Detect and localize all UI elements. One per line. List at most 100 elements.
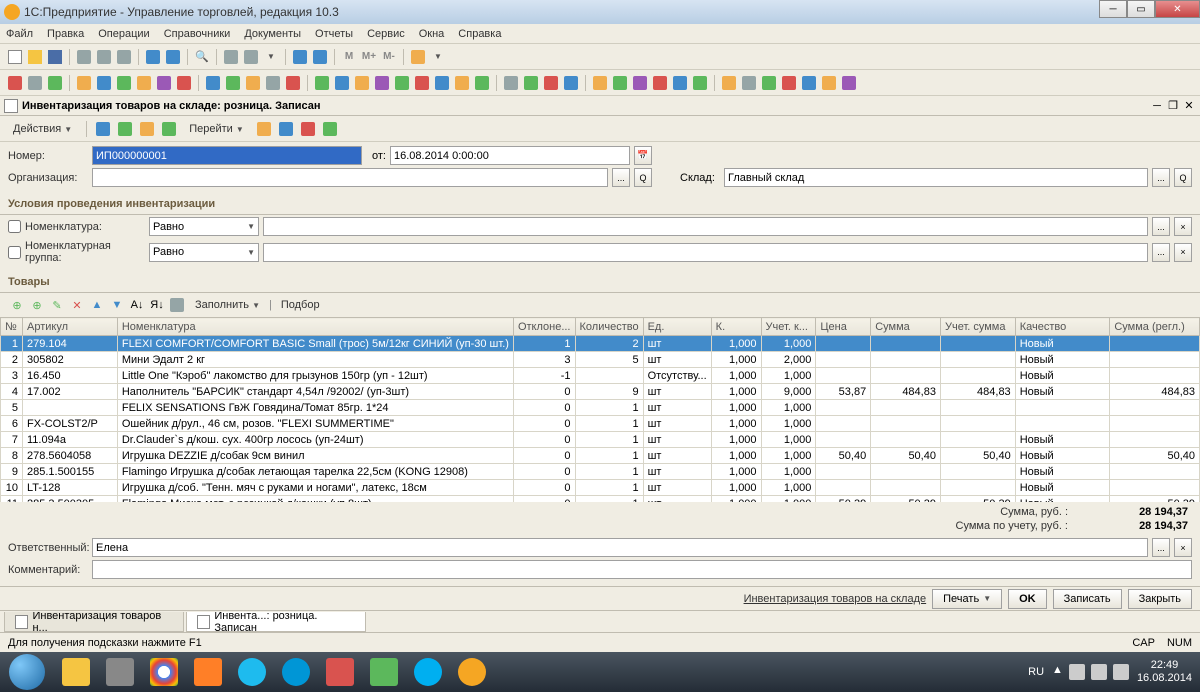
- table-row[interactable]: 2305802Мини Эдалт 2 кг35шт1,0002,000Новы…: [1, 352, 1200, 368]
- column-header[interactable]: К.: [711, 318, 761, 336]
- tb2-14[interactable]: [284, 74, 302, 92]
- tb2-7[interactable]: [135, 74, 153, 92]
- tb2-36[interactable]: [760, 74, 778, 92]
- tb2-8[interactable]: [155, 74, 173, 92]
- m-icon[interactable]: M: [340, 48, 358, 66]
- dt-1[interactable]: [94, 120, 112, 138]
- dt-3[interactable]: [138, 120, 156, 138]
- save-button[interactable]: Записать: [1053, 589, 1122, 609]
- warehouse-open-icon[interactable]: Q: [1174, 168, 1192, 187]
- tb2-38[interactable]: [800, 74, 818, 92]
- tb2-40[interactable]: [840, 74, 858, 92]
- nomgrp-select-icon[interactable]: ...: [1152, 243, 1170, 262]
- task-skype[interactable]: [408, 654, 448, 690]
- tray-network-icon[interactable]: [1091, 664, 1107, 680]
- m-minus-icon[interactable]: M-: [380, 48, 398, 66]
- tray-flag-icon[interactable]: [1069, 664, 1085, 680]
- minimize-doc-icon[interactable]: ─: [1150, 99, 1164, 113]
- task-app2[interactable]: [364, 654, 404, 690]
- warehouse-select-icon[interactable]: ...: [1152, 168, 1170, 187]
- paste-icon[interactable]: [115, 48, 133, 66]
- tb2-29[interactable]: [611, 74, 629, 92]
- menu-catalogs[interactable]: Справочники: [164, 28, 231, 40]
- menu-documents[interactable]: Документы: [244, 28, 301, 40]
- task-chrome[interactable]: [144, 654, 184, 690]
- menu-edit[interactable]: Правка: [47, 28, 84, 40]
- tray-clock[interactable]: 22:49 16.08.2014: [1137, 659, 1192, 685]
- tb2-2[interactable]: [26, 74, 44, 92]
- undo-icon[interactable]: [144, 48, 162, 66]
- responsible-input[interactable]: [92, 538, 1148, 557]
- tb2-17[interactable]: [353, 74, 371, 92]
- table-row[interactable]: 10LT-128Игрушка д/соб. "Тенн. мяч с рука…: [1, 480, 1200, 496]
- back-icon[interactable]: [291, 48, 309, 66]
- restore-doc-icon[interactable]: ❐: [1166, 99, 1180, 113]
- org-select-icon[interactable]: ...: [612, 168, 630, 187]
- tb2-21[interactable]: [433, 74, 451, 92]
- tb2-20[interactable]: [413, 74, 431, 92]
- goods-grid[interactable]: №АртикулНоменклатураОтклоне...Количество…: [0, 317, 1200, 502]
- date-input[interactable]: [390, 146, 630, 165]
- nomenclature-value-input[interactable]: [263, 217, 1148, 236]
- find-icon[interactable]: 🔍: [193, 48, 211, 66]
- copy-row-icon[interactable]: ⊕: [28, 296, 46, 314]
- column-header[interactable]: Сумма: [871, 318, 941, 336]
- dt-2[interactable]: [116, 120, 134, 138]
- add-row-icon[interactable]: ⊕: [8, 296, 26, 314]
- nom-clear-icon[interactable]: ×: [1174, 217, 1192, 236]
- column-header[interactable]: Артикул: [22, 318, 117, 336]
- menu-file[interactable]: Файл: [6, 28, 33, 40]
- tb2-15[interactable]: [313, 74, 331, 92]
- tb2-34[interactable]: [720, 74, 738, 92]
- task-hp[interactable]: [276, 654, 316, 690]
- redo-icon[interactable]: [164, 48, 182, 66]
- column-header[interactable]: Качество: [1015, 318, 1110, 336]
- tb2-23[interactable]: [473, 74, 491, 92]
- resp-select-icon[interactable]: ...: [1152, 538, 1170, 557]
- tb2-32[interactable]: [671, 74, 689, 92]
- menu-operations[interactable]: Операции: [98, 28, 149, 40]
- task-ie[interactable]: [232, 654, 272, 690]
- bottom-tab-1[interactable]: Инвентаризация товаров н...: [4, 612, 184, 632]
- goto-button[interactable]: Перейти ▼: [182, 120, 251, 138]
- close-doc-button[interactable]: Закрыть: [1128, 589, 1192, 609]
- tb2-19[interactable]: [393, 74, 411, 92]
- nomenclature-group-condition-combo[interactable]: Равно▼: [149, 243, 259, 262]
- table-row[interactable]: 417.002Наполнитель "БАРСИК" стандарт 4,5…: [1, 384, 1200, 400]
- edit-row-icon[interactable]: ✎: [48, 296, 66, 314]
- tb2-27[interactable]: [562, 74, 580, 92]
- about-icon[interactable]: ▼: [429, 48, 447, 66]
- bottom-tab-2[interactable]: Инвента...: розница. Записан: [186, 612, 366, 632]
- tb2-1[interactable]: [6, 74, 24, 92]
- menu-reports[interactable]: Отчеты: [315, 28, 353, 40]
- task-app1[interactable]: [320, 654, 360, 690]
- task-explorer[interactable]: [56, 654, 96, 690]
- copy-icon[interactable]: [95, 48, 113, 66]
- tb2-25[interactable]: [522, 74, 540, 92]
- column-header[interactable]: Номенклатура: [117, 318, 513, 336]
- menu-service[interactable]: Сервис: [367, 28, 405, 40]
- dt-8[interactable]: [321, 120, 339, 138]
- document-type-link[interactable]: Инвентаризация товаров на складе: [744, 593, 927, 605]
- close-button[interactable]: ✕: [1155, 0, 1200, 18]
- new-icon[interactable]: [6, 48, 24, 66]
- tray-arrow-icon[interactable]: ▲: [1052, 664, 1063, 680]
- column-header[interactable]: Количество: [575, 318, 643, 336]
- nomenclature-group-value-input[interactable]: [263, 243, 1148, 262]
- table-row[interactable]: 711.094аDr.Clauder`s д/кош. сух. 400гр л…: [1, 432, 1200, 448]
- org-input[interactable]: [92, 168, 608, 187]
- tb2-26[interactable]: [542, 74, 560, 92]
- select-button[interactable]: Подбор: [274, 296, 327, 314]
- table-row[interactable]: 9285.1.500155Flamingo Игрушка д/собак ле…: [1, 464, 1200, 480]
- delete-row-icon[interactable]: ✕: [68, 296, 86, 314]
- sort-asc-icon[interactable]: A↓: [128, 296, 146, 314]
- open-icon[interactable]: [26, 48, 44, 66]
- dt-7[interactable]: [299, 120, 317, 138]
- column-header[interactable]: Учет. сумма: [940, 318, 1015, 336]
- tb2-6[interactable]: [115, 74, 133, 92]
- tb2-33[interactable]: [691, 74, 709, 92]
- tb2-24[interactable]: [502, 74, 520, 92]
- column-header[interactable]: Ед.: [643, 318, 711, 336]
- help-icon[interactable]: [409, 48, 427, 66]
- save-icon[interactable]: [46, 48, 64, 66]
